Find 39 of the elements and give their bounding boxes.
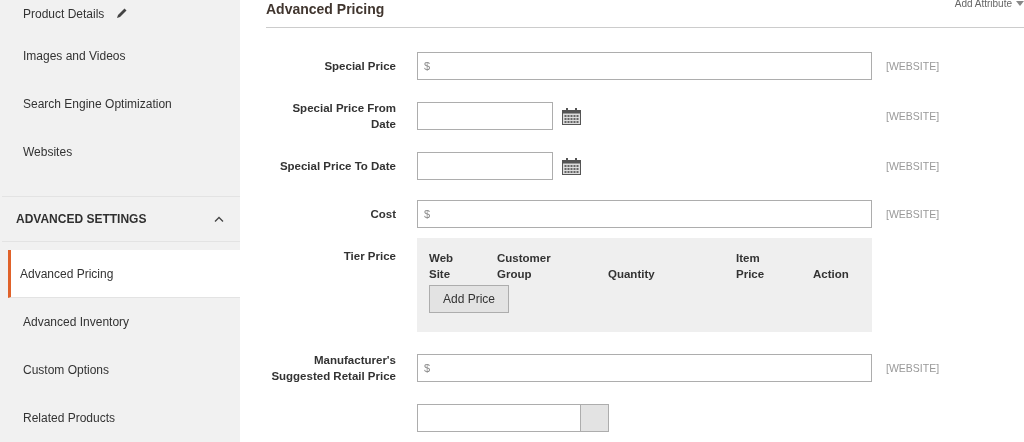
scope-label: [WEBSITE] bbox=[886, 208, 940, 220]
select-field[interactable] bbox=[417, 404, 609, 432]
date-input-field[interactable] bbox=[417, 152, 553, 180]
sidebar-item[interactable]: Websites bbox=[2, 127, 240, 176]
date-input-field[interactable] bbox=[417, 102, 553, 130]
field-label: Special Price To Date bbox=[279, 160, 396, 172]
scope-label: [WEBSITE] bbox=[886, 60, 940, 72]
field-label: Special Price From Date bbox=[292, 102, 396, 130]
calendar-icon[interactable] bbox=[562, 157, 581, 175]
column-header: Item Price bbox=[736, 251, 766, 282]
calendar-icon[interactable] bbox=[562, 107, 581, 125]
section-header[interactable]: ADVANCED SETTINGS bbox=[2, 195, 240, 243]
sidebar-item[interactable]: Related Products bbox=[2, 394, 240, 442]
field-label: Tier Price bbox=[343, 250, 396, 262]
scope-label: [WEBSITE] bbox=[886, 110, 940, 122]
price-input-field[interactable]: $ bbox=[417, 52, 872, 80]
price-input-field[interactable]: $ bbox=[417, 354, 872, 382]
sidebar-item[interactable]: Advanced Pricing bbox=[8, 250, 240, 299]
column-header: Action bbox=[813, 267, 849, 282]
field-label: Special Price bbox=[324, 60, 396, 72]
caret-icon bbox=[1016, 0, 1024, 6]
field-label: Manufacturer's Suggested Retail Price bbox=[271, 354, 396, 382]
sidebar-item[interactable]: Advanced Inventory bbox=[2, 298, 240, 347]
column-header: Quantity bbox=[608, 267, 656, 282]
sidebar-item[interactable]: Search Engine Optimization bbox=[2, 79, 240, 128]
scope-label: [WEBSITE] bbox=[886, 362, 940, 374]
price-input-field[interactable]: $ bbox=[417, 200, 872, 228]
add-attribute-button[interactable]: Add Attribute bbox=[954, 0, 1024, 9]
sidebar-item[interactable]: Images and Videos bbox=[2, 31, 240, 80]
add-price-button[interactable]: Add Price bbox=[429, 285, 510, 313]
column-header: Web Site bbox=[429, 251, 455, 282]
scope-label: [WEBSITE] bbox=[886, 160, 940, 172]
sidebar-item[interactable]: Custom Options bbox=[2, 346, 240, 395]
pencil-icon bbox=[116, 7, 129, 19]
field-label: Cost bbox=[370, 208, 396, 220]
sidebar-item[interactable]: Product Details bbox=[2, 0, 240, 32]
chevron-icon bbox=[214, 216, 224, 222]
section-title: Advanced Pricing bbox=[266, 0, 385, 17]
column-header: Customer Group bbox=[497, 251, 552, 282]
